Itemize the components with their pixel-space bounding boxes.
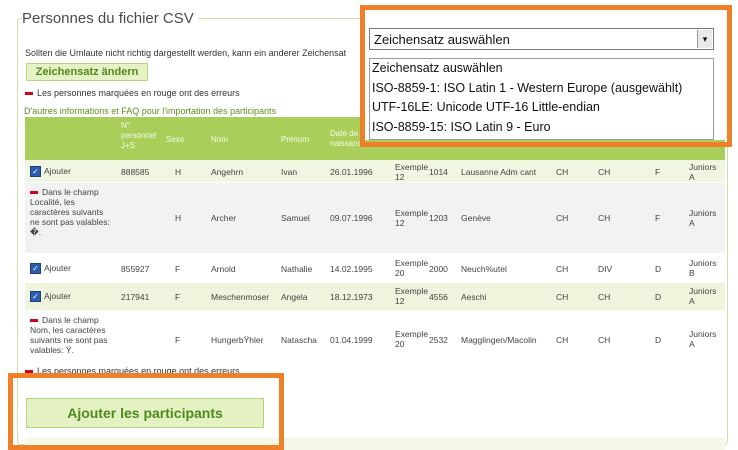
- cell-cat: Juniors A: [689, 329, 717, 349]
- cell-sexe: H: [175, 213, 182, 223]
- cell-cat: Juniors A: [689, 286, 717, 306]
- cell-ex: Exemple 20: [395, 258, 429, 278]
- cell-nom: Archer: [211, 213, 237, 223]
- cell-lieu: Neuch%utel: [461, 264, 507, 274]
- cell-lieu: Genève: [461, 213, 491, 223]
- cell-cat: Juniors A: [689, 162, 717, 182]
- add-label: Ajouter: [44, 291, 71, 301]
- checkbox-checked-icon[interactable]: ✓: [30, 263, 41, 275]
- cell-country2: CH: [598, 292, 611, 302]
- cell-lang: F: [655, 213, 661, 223]
- participants-table: N° personnel J+S Sexe Nom Prénom Date de…: [25, 117, 725, 370]
- table-row-error: Dans le champ Localité, les caractères s…: [25, 183, 725, 254]
- cell-country1: CH: [556, 292, 569, 302]
- header-prenom: Prénom: [281, 135, 310, 144]
- cell-country2: CH: [598, 213, 611, 223]
- table-row: ✓ Ajouter 888585 H Angehrn Ivan 26.01.199…: [25, 160, 725, 183]
- checkbox-checked-icon[interactable]: ✓: [30, 166, 41, 178]
- cell-prenom: Ivan: [281, 167, 298, 177]
- cell-ex: Exemple 12: [395, 286, 429, 306]
- cell-country2: DIV: [598, 264, 613, 274]
- cell-lieu: Lausanne Adm cant: [461, 167, 537, 177]
- error-text: Dans le champ Localité, les caractères s…: [30, 187, 110, 237]
- cell-country1: CH: [556, 213, 569, 223]
- cell-lang: D: [655, 292, 662, 302]
- add-label: Ajouter: [44, 263, 71, 273]
- cell-date: 26.01.1996: [330, 167, 373, 177]
- cell-num: 217941: [121, 292, 150, 302]
- header-personnel: N° personnel J+S: [121, 121, 157, 150]
- cell-cat: Juniors A: [689, 208, 717, 228]
- cell-nom: HungerbŸhler: [211, 335, 264, 345]
- error-minus-icon: [25, 92, 33, 96]
- cell-lang: D: [655, 335, 662, 345]
- cell-npa: 4556: [429, 292, 448, 302]
- table-row-error: Dans le champ Nom, les caractères suivan…: [25, 311, 725, 370]
- cell-sexe: F: [175, 335, 181, 345]
- cell-country2: CH: [598, 335, 611, 345]
- cell-sexe: F: [175, 292, 181, 302]
- cell-nom: Meschenmoser: [211, 292, 270, 302]
- cell-prenom: Nathalie: [281, 264, 313, 274]
- encoding-hint: Sollten die Umlaute nicht richtig darges…: [25, 48, 347, 58]
- cell-ex: Exemple 20: [395, 329, 429, 349]
- cell-sexe: H: [175, 167, 182, 177]
- cell-lang: F: [655, 167, 661, 177]
- cell-npa: 1014: [429, 167, 448, 177]
- cell-num: 888585: [121, 167, 150, 177]
- row-error-message: Dans le champ Localité, les caractères s…: [30, 187, 112, 237]
- cell-sexe: F: [175, 264, 181, 274]
- cell-num: 855927: [121, 264, 150, 274]
- cell-nom: Angehrn: [211, 167, 244, 177]
- faq-link[interactable]: D'autres informations et FAQ pour l'impo…: [24, 106, 276, 116]
- cell-cat: Juniors B: [689, 258, 717, 278]
- row-error-message: Dans le champ Nom, les caractères suivan…: [30, 315, 112, 355]
- error-note: Les personnes marquées en rouge ont des …: [25, 88, 240, 98]
- error-minus-icon: [30, 191, 38, 195]
- cell-date: 14.02.1995: [330, 264, 373, 274]
- add-label: Ajouter: [44, 166, 71, 176]
- change-encoding-button[interactable]: Zeichensatz ändern: [26, 63, 148, 81]
- cell-date: 09.07.1996: [330, 213, 373, 223]
- cell-npa: 2000: [429, 264, 448, 274]
- error-text: Dans le champ Nom, les caractères suivan…: [30, 315, 108, 355]
- add-checkbox-cell[interactable]: ✓ Ajouter: [30, 263, 71, 275]
- cell-npa: 2532: [429, 335, 448, 345]
- table-row: ✓ Ajouter 217941 F Meschenmoser Angela 18…: [25, 283, 725, 311]
- cell-country1: CH: [556, 167, 569, 177]
- add-checkbox-cell[interactable]: ✓ Ajouter: [30, 291, 71, 303]
- error-note-text: Les personnes marquées en rouge ont des …: [37, 88, 240, 98]
- cell-lieu: Magglingen/Macolin: [461, 335, 537, 345]
- cell-country2: CH: [598, 167, 611, 177]
- header-nom: Nom: [211, 135, 228, 144]
- checkbox-checked-icon[interactable]: ✓: [30, 291, 41, 303]
- cell-country1: CH: [556, 264, 569, 274]
- cell-npa: 1203: [429, 213, 448, 223]
- cell-lieu: Aeschi: [461, 292, 487, 302]
- cell-date: 01.04.1999: [330, 335, 373, 345]
- cell-ex: Exemple 12: [395, 162, 429, 182]
- highlight-box-add-button: [8, 373, 284, 450]
- header-sexe: Sexe: [166, 135, 185, 144]
- section-title: Personnes du fichier CSV: [22, 10, 198, 27]
- table-row: ✓ Ajouter 855927 F Arnold Nathalie 14.02.…: [25, 254, 725, 283]
- cell-prenom: Samuel: [281, 213, 310, 223]
- cell-prenom: Natascha: [281, 335, 317, 345]
- cell-lang: D: [655, 264, 662, 274]
- highlight-box-encoding: [360, 5, 732, 147]
- cell-country1: CH: [556, 335, 569, 345]
- error-minus-icon: [30, 319, 38, 323]
- cell-date: 18.12.1973: [330, 292, 373, 302]
- cell-ex: Exemple 12: [395, 208, 429, 228]
- add-checkbox-cell[interactable]: ✓ Ajouter: [30, 166, 71, 178]
- cell-prenom: Angela: [281, 292, 308, 302]
- cell-nom: Arnold: [211, 264, 236, 274]
